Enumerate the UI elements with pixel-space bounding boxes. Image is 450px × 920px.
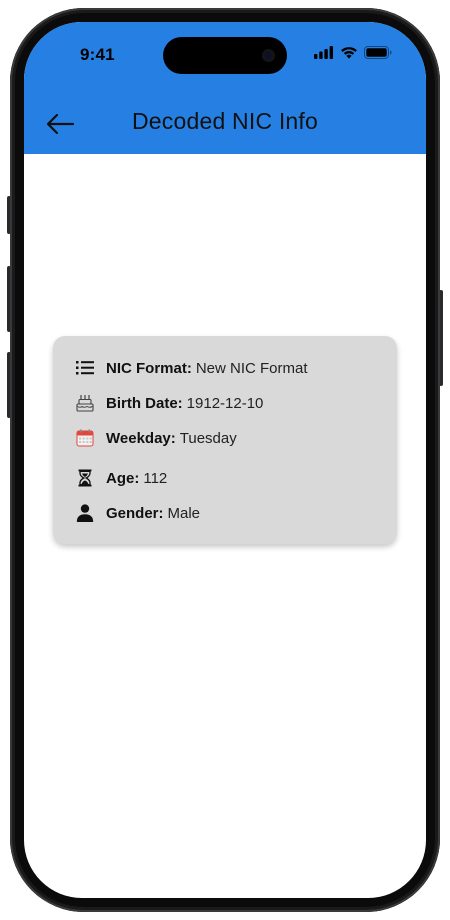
wifi-icon	[341, 47, 357, 59]
age-label: Age:	[106, 469, 140, 487]
nic-format-value: New NIC Format	[195, 359, 308, 377]
birth-date-label: Birth Date:	[106, 394, 183, 412]
info-row-nic-format: NIC Format: New NIC Format	[75, 356, 308, 380]
info-row-weekday: Weekday: Tuesday	[75, 426, 237, 450]
person-icon	[75, 503, 95, 523]
weekday-label: Weekday:	[106, 429, 176, 447]
age-value: 112	[143, 469, 168, 487]
front-camera-icon	[262, 49, 275, 62]
birth-date-value: 1912-12-10	[186, 394, 264, 412]
page-title: Decoded NIC Info	[131, 108, 319, 134]
weekday-value: Tuesday	[179, 429, 237, 447]
list-icon	[75, 358, 95, 378]
phone-screen: 9:41 Decoded NIC Info NIC Format: New NI…	[24, 22, 426, 898]
gender-value: Male	[167, 504, 201, 522]
info-row-birth-date: Birth Date: 1912-12-10	[75, 391, 263, 415]
status-icons	[314, 46, 392, 59]
info-row-gender: Gender: Male	[75, 501, 200, 525]
canvas: 9:41 Decoded NIC Info NIC Format: New NI…	[0, 0, 450, 920]
hourglass-icon	[75, 468, 95, 488]
nic-info-card: NIC Format: New NIC Format Birth Date: 1…	[53, 336, 397, 544]
nic-format-label: NIC Format:	[106, 359, 192, 377]
battery-icon	[364, 46, 392, 59]
calendar-icon	[75, 428, 95, 448]
dynamic-island	[163, 37, 287, 74]
info-row-age: Age: 112	[75, 466, 167, 490]
app-bar: 9:41 Decoded NIC Info	[24, 22, 426, 154]
status-time: 9:41	[80, 45, 115, 64]
gender-label: Gender:	[106, 504, 164, 522]
birthday-cake-icon	[75, 393, 95, 413]
cellular-signal-icon	[314, 46, 333, 59]
